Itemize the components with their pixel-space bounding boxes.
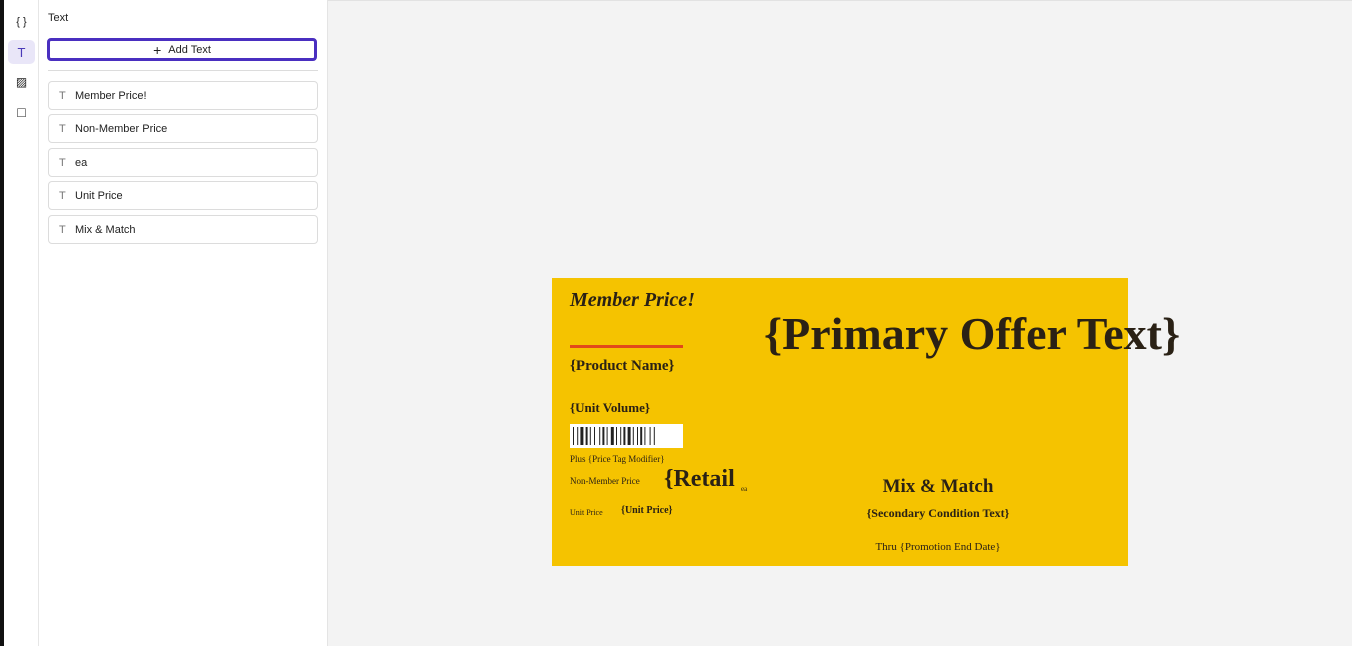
layer-item-unit-price[interactable]: T Unit Price bbox=[48, 181, 318, 210]
unit-price-label[interactable]: Unit Price bbox=[570, 508, 603, 517]
shape-glyph: □ bbox=[17, 104, 26, 120]
divider bbox=[48, 70, 318, 71]
barcode-bar bbox=[637, 427, 638, 445]
barcode-bar bbox=[610, 427, 614, 445]
barcode-bar bbox=[649, 427, 651, 445]
unit-price-text[interactable]: {Unit Price} bbox=[621, 505, 672, 516]
layer-label: ea bbox=[75, 156, 88, 169]
text-panel: Text + Add Text T Member Price! T Non-Me… bbox=[39, 0, 328, 646]
text-layer-icon: T bbox=[59, 189, 66, 202]
text-glyph: T bbox=[17, 44, 26, 60]
add-text-button[interactable]: + Add Text bbox=[47, 38, 317, 61]
barcode-graphic bbox=[573, 427, 655, 445]
barcode-bar bbox=[623, 427, 626, 445]
barcode-bar bbox=[599, 427, 601, 445]
price-modifier-text[interactable]: Plus {Price Tag Modifier} bbox=[570, 454, 665, 464]
shape-icon[interactable]: □ bbox=[8, 100, 35, 124]
ea-text[interactable]: ea bbox=[741, 485, 747, 493]
unit-volume-text[interactable]: {Unit Volume} bbox=[570, 400, 650, 416]
barcode-bar bbox=[616, 427, 617, 445]
barcode-bar bbox=[644, 427, 646, 445]
product-name-text[interactable]: {Product Name} bbox=[570, 358, 674, 375]
add-text-label: Add Text bbox=[168, 43, 211, 56]
barcode-bar bbox=[632, 427, 634, 445]
barcode-bar bbox=[594, 427, 595, 445]
image-icon[interactable]: ▨ bbox=[8, 70, 35, 94]
price-tag[interactable]: Member Price! {Product Name} {Unit Volum… bbox=[552, 278, 1180, 566]
layer-item-non-member-price[interactable]: T Non-Member Price bbox=[48, 114, 318, 143]
member-price-text[interactable]: Member Price! bbox=[570, 289, 695, 312]
barcode-bar bbox=[573, 427, 574, 445]
layer-item-member-price[interactable]: T Member Price! bbox=[48, 81, 318, 110]
barcode-bar bbox=[580, 427, 584, 445]
barcode-bar bbox=[627, 427, 631, 445]
barcode-bar bbox=[620, 427, 622, 445]
barcode-bar bbox=[577, 427, 579, 445]
variables-icon[interactable]: { } bbox=[8, 10, 35, 34]
image-glyph: ▨ bbox=[15, 75, 28, 89]
barcode-bar bbox=[606, 427, 608, 445]
text-layer-icon: T bbox=[59, 156, 66, 169]
barcode-bar bbox=[585, 427, 588, 445]
layer-label: Mix & Match bbox=[75, 223, 136, 236]
mix-match-text[interactable]: Mix & Match bbox=[764, 476, 1112, 498]
barcode-bar bbox=[653, 427, 655, 445]
text-layer-icon: T bbox=[59, 223, 66, 236]
layer-item-ea[interactable]: T ea bbox=[48, 148, 318, 177]
variables-glyph: { } bbox=[16, 16, 27, 28]
layer-label: Member Price! bbox=[75, 89, 147, 102]
text-layer-icon: T bbox=[59, 89, 66, 102]
tool-rail: { } T ▨ □ bbox=[4, 0, 39, 646]
barcode[interactable] bbox=[570, 424, 683, 448]
barcode-bar bbox=[640, 427, 643, 445]
primary-offer-text[interactable]: {Primary Offer Text} bbox=[764, 306, 1180, 362]
non-member-price-label[interactable]: Non-Member Price bbox=[570, 476, 640, 486]
text-tool-icon[interactable]: T bbox=[8, 40, 35, 64]
layer-item-mix-match[interactable]: T Mix & Match bbox=[48, 215, 318, 244]
barcode-bar bbox=[602, 427, 605, 445]
plus-icon: + bbox=[153, 41, 162, 58]
secondary-condition-text[interactable]: {Secondary Condition Text} bbox=[764, 506, 1112, 521]
layer-label: Unit Price bbox=[75, 189, 123, 202]
panel-title: Text bbox=[48, 12, 69, 24]
accent-line[interactable] bbox=[570, 345, 683, 348]
retail-price-text[interactable]: {Retail bbox=[664, 466, 735, 493]
promotion-end-text[interactable]: Thru {Promotion End Date} bbox=[764, 541, 1112, 553]
layer-label: Non-Member Price bbox=[75, 122, 168, 135]
text-layer-icon: T bbox=[59, 122, 66, 135]
barcode-bar bbox=[589, 427, 591, 445]
